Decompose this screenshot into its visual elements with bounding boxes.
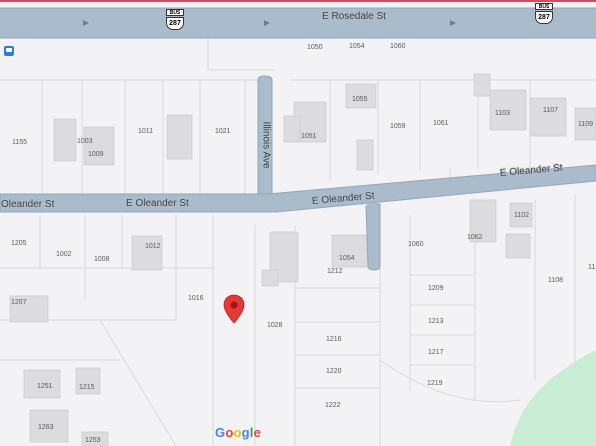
parcel-label: 1219 (427, 380, 443, 387)
route-shield-east: BUS 287 (535, 3, 553, 25)
map-base-layer (0, 7, 596, 446)
parcel-label: 1009 (88, 151, 104, 158)
parcel-label: 1050 (307, 44, 323, 51)
parcel-label: 1003 (77, 138, 93, 145)
parcel-label: 1213 (428, 318, 444, 325)
parcel-label: 1061 (433, 120, 449, 127)
parcel-label: 1253 (85, 437, 101, 444)
map-pin-icon[interactable] (223, 294, 245, 324)
parcel-label: 1054 (339, 255, 355, 262)
parcel-label: 1016 (188, 295, 204, 302)
street-label-oleander-west-2: E Oleander St (126, 198, 189, 209)
parcel-label: 1012 (145, 243, 161, 250)
parcel-label: 1222 (325, 402, 341, 409)
parcel-label: 1008 (94, 256, 110, 263)
parcel-label: 1021 (215, 128, 231, 135)
parcel-label: 1059 (390, 123, 406, 130)
bus-stop-icon[interactable] (4, 46, 14, 56)
parcel-label: 1205 (11, 240, 27, 247)
parcel-label: 11 (588, 264, 596, 271)
parcel-label: 1109 (578, 121, 594, 128)
parcel-label: 1060 (390, 43, 406, 50)
parcel-label: 1028 (267, 322, 283, 329)
parcel-label: 1209 (428, 285, 444, 292)
park-area (510, 350, 596, 446)
parcel-label: 1054 (349, 43, 365, 50)
parcel-label: 1102 (514, 212, 530, 219)
parcel-label: 1263 (38, 424, 54, 431)
parcel-label: 1215 (79, 384, 95, 391)
parcel-label: 1103 (495, 110, 511, 117)
parcel-label: 1220 (326, 368, 342, 375)
parcel-label: 1108 (548, 277, 564, 284)
parcel-label: 1217 (428, 349, 444, 356)
street-label-illinois: Illinois Ave (260, 121, 272, 169)
parcel-label: 1011 (138, 128, 154, 135)
parcel-label: 1251 (37, 383, 53, 390)
parcel-label: 1060 (408, 241, 424, 248)
street-label-oleander-west: Oleander St (1, 199, 55, 210)
parcel-label: 1002 (56, 251, 72, 258)
parcel-label: 1155 (12, 139, 28, 146)
parcel-label: 1216 (326, 336, 342, 343)
route-shield-west: BUS 287 (166, 9, 184, 31)
parcel-label: 1107 (543, 107, 559, 114)
parcel-label: 1212 (327, 268, 343, 275)
parcel-label: 1051 (301, 133, 317, 140)
google-logo: Google (215, 425, 262, 440)
parcel-label: 1055 (352, 96, 368, 103)
street-label-rosedale: E Rosedale St (322, 11, 386, 22)
parcel-label: 1207 (11, 299, 27, 306)
parcel-label: 1062 (467, 234, 483, 241)
map-canvas[interactable]: E Rosedale St Oleander St E Oleander St … (0, 0, 596, 446)
